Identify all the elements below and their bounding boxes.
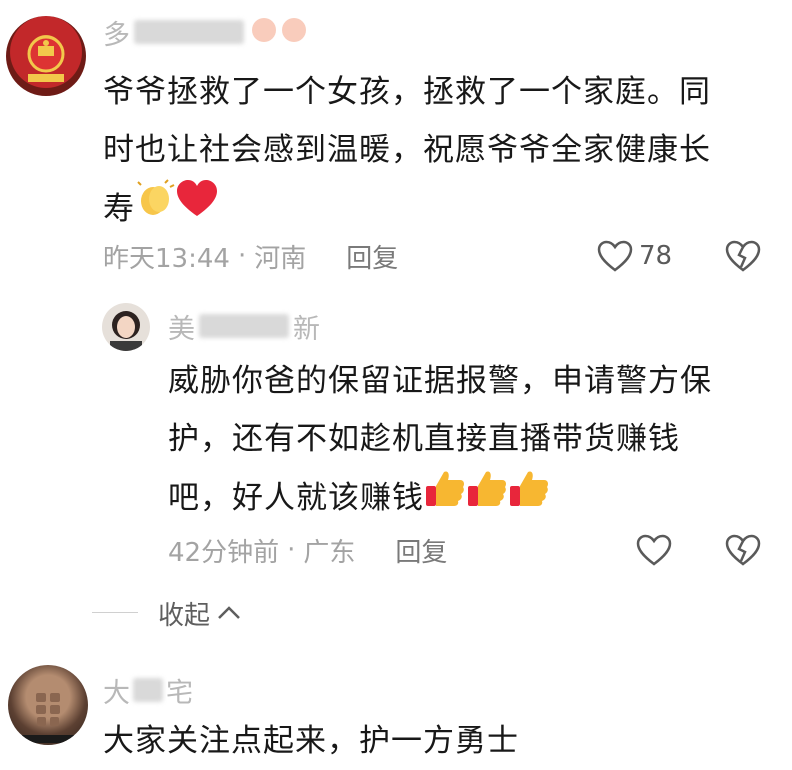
heart-outline-icon (597, 240, 633, 272)
comment-meta: 昨天13:44 · 河南 回复 (103, 238, 398, 274)
comment-line: 大家关注点起来，护一方勇士 (103, 723, 519, 759)
chevron-up-icon (218, 606, 240, 619)
timestamp: 42分钟前 (168, 537, 280, 568)
comment-line: 时也让社会感到温暖，祝愿爷爷全家健康长 (103, 132, 711, 168)
comment-line: 护，还有不如趁机直接直播带货赚钱 (168, 421, 680, 457)
location: 河南 (254, 243, 307, 274)
avatar-portrait-icon (110, 311, 142, 351)
username[interactable]: 多 (103, 14, 314, 51)
comment-text: 威胁你爸的保留证据报警，申请警方保 护，还有不如趁机直接直播带货赚钱 吧，好人就… (168, 352, 768, 527)
username-text: 宅 (166, 677, 193, 709)
comment-text: 爷爷拯救了一个女孩，拯救了一个家庭。同 时也让社会感到温暖，祝愿爷爷全家健康长 … (103, 63, 763, 238)
broken-heart-icon (725, 240, 761, 272)
comment-text: 大家关注点起来，护一方勇士 (103, 712, 763, 770)
like-count: 78 (639, 241, 673, 271)
location: 广东 (303, 537, 356, 568)
dislike-button[interactable] (725, 238, 761, 274)
thumbs-up-emoji (466, 468, 508, 527)
peach-emoji (250, 14, 314, 51)
reply-button[interactable]: 回复 (395, 532, 447, 569)
separator: · (237, 241, 247, 271)
avatar-portrait-icon (22, 693, 74, 743)
avatar-muscle[interactable] (8, 665, 88, 745)
comment-meta: 42分钟前 · 广东 回复 (168, 532, 447, 568)
thumbs-up-emoji (508, 468, 550, 527)
avatar-girl[interactable] (102, 303, 150, 351)
username-text: 美 (168, 313, 195, 345)
comment-line: 威胁你爸的保留证据报警，申请警方保 (168, 363, 712, 399)
username-text: 多 (103, 19, 130, 51)
red-heart-emoji (175, 179, 219, 238)
like-button[interactable]: 78 (597, 238, 672, 274)
reply-button[interactable]: 回复 (346, 238, 398, 275)
username-blur (133, 678, 163, 702)
username[interactable]: 大 宅 (103, 672, 193, 709)
comment-line: 寿 (103, 179, 763, 238)
separator: · (287, 535, 296, 565)
collapse-divider (92, 612, 138, 613)
username-text: 大 (103, 677, 130, 709)
username-blur (199, 314, 289, 338)
dislike-button[interactable] (725, 532, 761, 568)
like-button[interactable] (636, 532, 672, 568)
timestamp: 昨天13:44 (103, 243, 230, 274)
clap-emoji (135, 179, 175, 238)
username[interactable]: 美 新 (168, 308, 320, 345)
collapse-replies-button[interactable]: 收起 (158, 595, 242, 631)
emblem-icon (27, 35, 65, 82)
broken-heart-icon (725, 534, 761, 566)
heart-outline-icon (636, 534, 672, 566)
username-blur (134, 20, 244, 44)
collapse-label: 收起 (158, 600, 211, 631)
comment-line: 吧，好人就该赚钱 (168, 468, 768, 527)
comment-line: 爷爷拯救了一个女孩，拯救了一个家庭。同 (103, 74, 711, 110)
thumbs-up-emoji (424, 468, 466, 527)
username-text: 新 (293, 313, 320, 345)
avatar-emblem[interactable] (6, 16, 86, 96)
